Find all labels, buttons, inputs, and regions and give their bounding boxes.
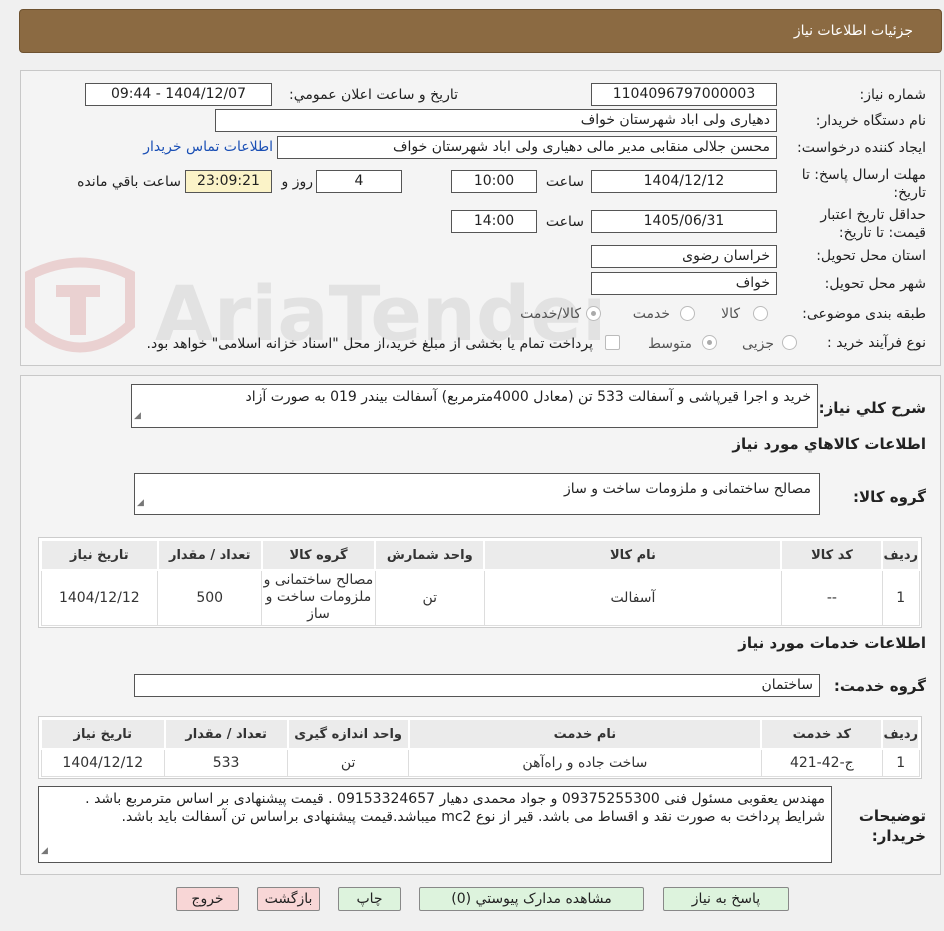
- services-col-date: تاريخ نياز: [40, 718, 166, 750]
- resize-grip-icon[interactable]: ◢: [41, 842, 48, 860]
- goods-cell-name: آسفالت: [483, 569, 782, 626]
- deadline-date-field: 1404/12/12: [591, 170, 777, 193]
- announce-label: تاریخ و ساعت اعلان عمومي:: [289, 87, 458, 103]
- services-cell-row: 1: [881, 748, 920, 777]
- remaining-time-field: 23:09:21: [185, 170, 272, 193]
- page-header: جزئیات اطلاعات نیاز: [19, 9, 942, 53]
- services-col-row: رديف: [881, 718, 920, 750]
- services-col-name: نام خدمت: [407, 718, 763, 750]
- province-field: خراسان رضوی: [591, 245, 777, 268]
- service-group-label: گروه خدمت:: [833, 677, 926, 695]
- goods-table: رديف کد کالا نام کالا واحد شمارش گروه کا…: [40, 539, 920, 626]
- deadline-time-field: 10:00: [451, 170, 537, 193]
- category-radio-service[interactable]: [680, 306, 695, 321]
- buyer-notes-label: توضيحات خريدار:: [858, 807, 926, 845]
- creator-label: ایجاد کننده درخواست:: [797, 140, 926, 156]
- validity-label: حداقل تاريخ اعتبار قيمت: تا تاريخ:: [820, 207, 926, 241]
- table-row: 1 -- آسفالت تن مصالح ساختمانی و ملزومات …: [40, 569, 920, 626]
- goods-group-text: مصالح ساختمانی و ملزومات ساخت و ساز: [564, 481, 811, 497]
- announce-datetime-field: 1404/12/07 - 09:44: [85, 83, 272, 106]
- need-number-label: شماره نیاز:: [859, 87, 927, 103]
- creator-field: محسن جلالی منقابی مدیر مالی دهیاری ولی ا…: [277, 136, 777, 159]
- buyer-contact-link[interactable]: اطلاعات تماس خریدار: [143, 139, 273, 155]
- category-option-goods-service: کالا/خدمت: [520, 306, 581, 322]
- goods-group-label: گروه کالا:: [853, 488, 926, 506]
- services-table-header: رديف کد خدمت نام خدمت واحد اندازه گيری ت…: [40, 718, 920, 750]
- province-label: استان محل تحويل:: [816, 248, 926, 264]
- services-cell-date: 1404/12/12: [40, 748, 166, 777]
- process-label: نوع فرآیند خرید :: [827, 335, 926, 351]
- services-cell-unit: تن: [287, 748, 410, 777]
- services-col-code: کد خدمت: [760, 718, 884, 750]
- print-button[interactable]: چاپ: [338, 887, 401, 911]
- process-option-medium: متوسط: [648, 336, 692, 352]
- services-section-title: اطلاعات خدمات مورد نياز: [738, 634, 926, 652]
- goods-col-qty: تعداد / مقدار: [156, 539, 263, 571]
- description-textarea: خرید و اجرا قیرپاشی و آسفالت 533 تن (معا…: [131, 384, 818, 428]
- reply-button[interactable]: پاسخ به نیاز: [663, 887, 789, 911]
- category-label: طبقه بندی موضوعی:: [802, 306, 926, 322]
- goods-group-field: مصالح ساختمانی و ملزومات ساخت و ساز ◢: [134, 473, 820, 515]
- goods-col-name: نام کالا: [483, 539, 783, 571]
- process-option-minor: جزیی: [742, 336, 774, 352]
- goods-col-group: گروه کالا: [260, 539, 377, 571]
- process-radio-medium[interactable]: [702, 335, 717, 350]
- back-button[interactable]: بازگشت: [257, 887, 320, 911]
- watermark-logo: AriaTender.neT: [25, 257, 600, 358]
- city-field: خواف: [591, 272, 777, 295]
- process-radio-minor[interactable]: [782, 335, 797, 350]
- description-text: خرید و اجرا قیرپاشی و آسفالت 533 تن (معا…: [245, 389, 811, 405]
- goods-col-code: کد کالا: [780, 539, 884, 571]
- services-table: رديف کد خدمت نام خدمت واحد اندازه گيری ت…: [40, 718, 920, 777]
- view-attachments-button[interactable]: مشاهده مدارک پيوستي (0): [419, 887, 644, 911]
- table-row: 1 ج-42-421 ساخت جاده و راه‌آهن تن 533 14…: [40, 748, 920, 777]
- services-col-qty: تعداد / مقدار: [163, 718, 289, 750]
- services-cell-code: ج-42-421: [760, 748, 883, 777]
- services-cell-name: ساخت جاده و راه‌آهن: [408, 748, 762, 777]
- goods-cell-date: 1404/12/12: [40, 569, 159, 626]
- buyer-label: نام دستگاه خريدار:: [815, 113, 926, 129]
- goods-cell-unit: تن: [374, 569, 485, 626]
- days-label: روز و: [281, 174, 314, 190]
- category-option-goods: کالا: [721, 306, 740, 322]
- buyer-field: دهیاری ولی اباد شهرستان خواف: [215, 109, 777, 132]
- deadline-label: مهلت ارسال پاسخ: تا تاریخ:: [801, 167, 926, 201]
- validity-time-label: ساعت: [545, 214, 584, 230]
- resize-grip-icon[interactable]: ◢: [134, 407, 141, 425]
- goods-col-unit: واحد شمارش: [374, 539, 486, 571]
- remaining-label: ساعت باقي مانده: [77, 174, 181, 190]
- services-cell-qty: 533: [164, 748, 289, 777]
- description-label: شرح کلي نياز:: [818, 399, 926, 417]
- goods-cell-code: --: [780, 569, 883, 626]
- city-label: شهر محل تحويل:: [824, 276, 926, 292]
- category-radio-goods-service[interactable]: [586, 306, 601, 321]
- buyer-notes-text: مهندس یعقوبی مسئول فنی 09375255300 و جوا…: [85, 791, 825, 825]
- resize-grip-icon[interactable]: ◢: [137, 494, 144, 512]
- goods-cell-qty: 500: [157, 569, 263, 626]
- goods-section-title: اطلاعات کالاهاي مورد نياز: [732, 435, 926, 453]
- goods-cell-group: مصالح ساختمانی و ملزومات ساخت و ساز: [261, 569, 376, 626]
- exit-button[interactable]: خروج: [176, 887, 239, 911]
- deadline-time-label: ساعت: [545, 174, 584, 190]
- need-number-field: 1104096797000003: [591, 83, 777, 106]
- goods-cell-row: 1: [881, 569, 920, 626]
- service-group-field: ساختمان: [134, 674, 820, 697]
- goods-table-header: رديف کد کالا نام کالا واحد شمارش گروه کا…: [40, 539, 920, 571]
- goods-col-date: تاريخ نياز: [40, 539, 159, 571]
- services-col-unit: واحد اندازه گيری: [286, 718, 410, 750]
- validity-time-field: 14:00: [451, 210, 537, 233]
- treasury-note: پرداخت تمام یا بخشی از مبلغ خرید،از محل …: [146, 336, 593, 352]
- days-remaining-field: 4: [316, 170, 402, 193]
- validity-date-field: 1405/06/31: [591, 210, 777, 233]
- buyer-notes-textarea: مهندس یعقوبی مسئول فنی 09375255300 و جوا…: [38, 786, 832, 863]
- goods-col-row: رديف: [881, 539, 920, 571]
- category-radio-goods[interactable]: [753, 306, 768, 321]
- page-title: جزئیات اطلاعات نیاز: [793, 23, 913, 39]
- category-option-service: خدمت: [632, 306, 670, 322]
- treasury-checkbox[interactable]: [605, 335, 620, 350]
